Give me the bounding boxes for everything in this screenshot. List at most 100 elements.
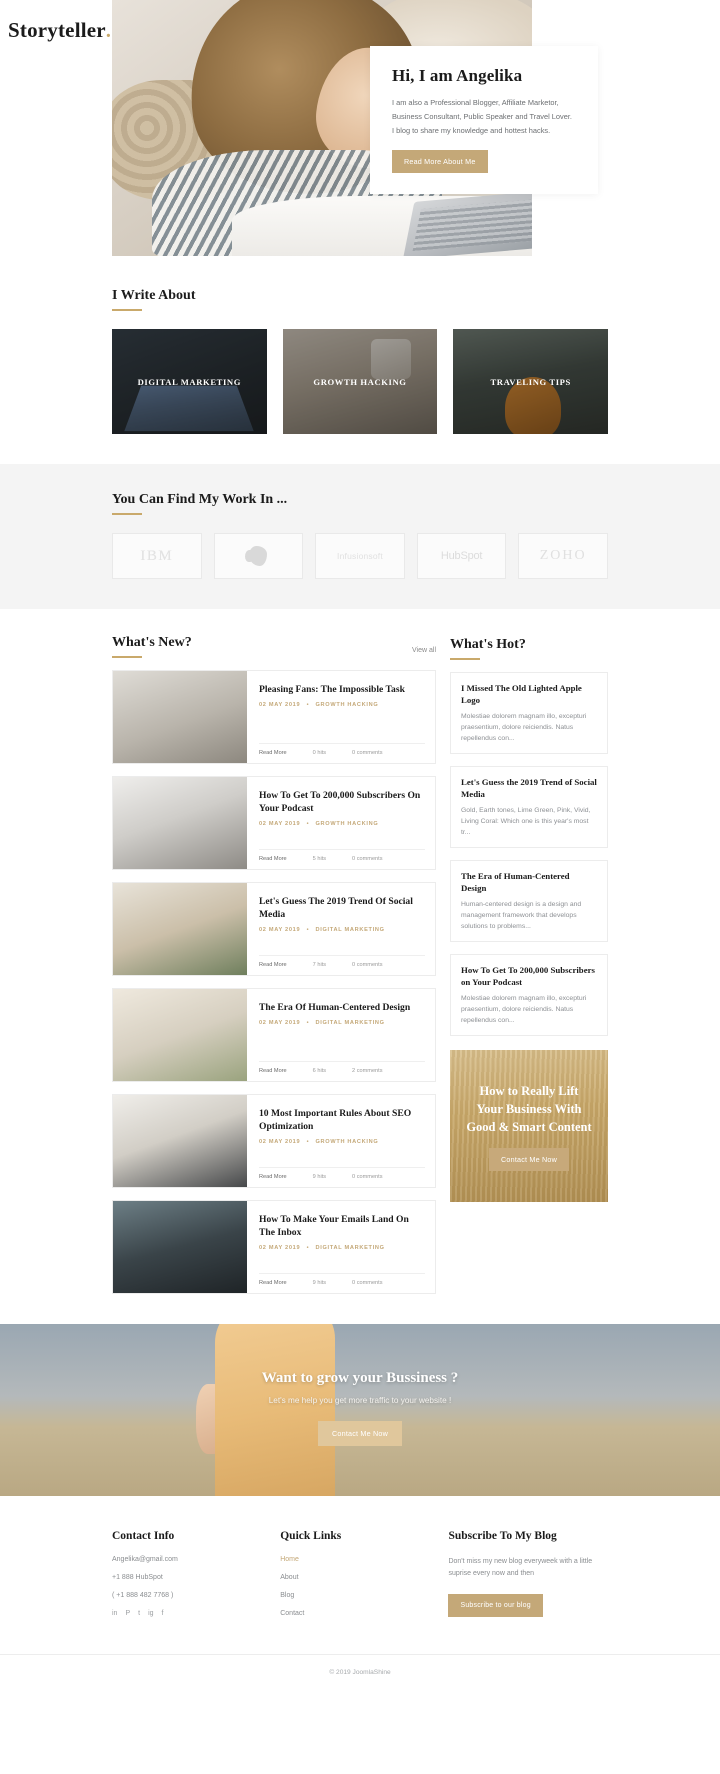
cta-contact-button[interactable]: Contact Me Now: [318, 1421, 402, 1446]
post-thumbnail: [113, 1095, 247, 1187]
pinterest-icon[interactable]: P: [125, 1610, 130, 1617]
partner-logo-zoho[interactable]: ZOHO: [518, 533, 608, 579]
promo-title: How to Really Lift Your Business With Go…: [466, 1083, 592, 1134]
post-hits: 9 hits: [312, 1280, 327, 1286]
meta-separator: •: [306, 1245, 310, 1251]
hot-item-excerpt: Human-centered design is a design and ma…: [461, 901, 582, 930]
footer-subscribe-column: Subscribe To My Blog Don't miss my new b…: [448, 1530, 608, 1628]
hot-list-item[interactable]: Let's Guess the 2019 Trend of Social Med…: [450, 766, 608, 848]
read-more-link[interactable]: Read More: [259, 1174, 287, 1180]
post-title: 10 Most Important Rules About SEO Optimi…: [259, 1108, 412, 1132]
post-list-item[interactable]: The Era Of Human-Centered Design 02 MAY …: [112, 988, 436, 1082]
site-logo-text: Storyteller: [8, 18, 106, 42]
post-footer: Read More 6 hits 2 comments: [259, 1061, 425, 1081]
post-comments: 0 comments: [352, 750, 383, 756]
post-thumbnail: [113, 671, 247, 763]
quick-link-contact[interactable]: Contact: [280, 1610, 430, 1617]
read-more-link[interactable]: Read More: [259, 1280, 287, 1286]
whats-new-header: What's New? View all: [112, 635, 436, 658]
post-list-item[interactable]: 10 Most Important Rules About SEO Optimi…: [112, 1094, 436, 1188]
hot-item-title: Let's Guess the 2019 Trend of Social Med…: [461, 777, 597, 799]
post-meta: 02 MAY 2019 • DIGITAL MARKETING: [259, 1245, 425, 1251]
cta-banner-section: Want to grow your Bussiness ? Let's me h…: [0, 1324, 720, 1496]
post-meta: 02 MAY 2019 • GROWTH HACKING: [259, 702, 425, 708]
meta-separator: •: [306, 702, 310, 708]
post-date: 02 MAY 2019: [259, 927, 301, 933]
read-more-about-me-button[interactable]: Read More About Me: [392, 150, 488, 173]
twitter-icon[interactable]: t: [138, 1610, 140, 1617]
subscribe-button[interactable]: Subscribe to our blog: [448, 1594, 543, 1617]
quick-link-blog[interactable]: Blog: [280, 1592, 430, 1599]
post-list-item[interactable]: Let's Guess The 2019 Trend Of Social Med…: [112, 882, 436, 976]
post-body: Pleasing Fans: The Impossible Task 02 MA…: [247, 671, 435, 763]
hot-item-excerpt: Molestiae dolorem magnam illo, excepturi…: [461, 713, 587, 742]
post-date: 02 MAY 2019: [259, 1020, 301, 1026]
cta-content: Want to grow your Bussiness ? Let's me h…: [0, 1324, 720, 1446]
read-more-link[interactable]: Read More: [259, 856, 287, 862]
whats-hot-column: What's Hot? I Missed The Old Lighted App…: [450, 635, 608, 1202]
post-title: How To Get To 200,000 Subscribers On You…: [259, 790, 421, 814]
category-label: DIGITAL MARKETING: [137, 376, 242, 387]
quick-link-about[interactable]: About: [280, 1574, 430, 1581]
site-logo[interactable]: Storyteller.: [8, 18, 111, 43]
hubspot-logo-icon: HubSpot: [440, 550, 483, 562]
whats-hot-heading: What's Hot?: [450, 637, 526, 660]
social-links: in P t ig f: [112, 1610, 262, 1617]
post-list-item[interactable]: Pleasing Fans: The Impossible Task 02 MA…: [112, 670, 436, 764]
post-title: Pleasing Fans: The Impossible Task: [259, 684, 405, 695]
post-category: GROWTH HACKING: [315, 821, 379, 827]
promo-contact-button[interactable]: Contact Me Now: [489, 1147, 569, 1171]
contact-email[interactable]: Angelika@gmail.com: [112, 1556, 262, 1563]
post-meta: 02 MAY 2019 • DIGITAL MARKETING: [259, 927, 425, 933]
post-hits: 9 hits: [312, 1174, 327, 1180]
post-footer: Read More 5 hits 0 comments: [259, 849, 425, 869]
instagram-icon[interactable]: ig: [148, 1610, 153, 1617]
hot-list-item[interactable]: The Era of Human-Centered Design Human-c…: [450, 860, 608, 942]
post-body: The Era Of Human-Centered Design 02 MAY …: [247, 989, 435, 1081]
post-body: How To Make Your Emails Land On The Inbo…: [247, 1201, 435, 1293]
hero-intro-card: Hi, I am Angelika I am also a Profession…: [370, 46, 598, 194]
post-list-item[interactable]: How To Make Your Emails Land On The Inbo…: [112, 1200, 436, 1294]
post-body: How To Get To 200,000 Subscribers On You…: [247, 777, 435, 869]
partner-logo-ibm[interactable]: IBM: [112, 533, 202, 579]
read-more-link[interactable]: Read More: [259, 962, 287, 968]
category-card-traveling-tips[interactable]: TRAVELING TIPS: [453, 329, 609, 434]
copyright-bar: © 2019 JoomlaShine: [0, 1654, 720, 1692]
category-card-row: DIGITAL MARKETING GROWTH HACKING TRAVELI…: [112, 329, 609, 434]
hot-list-item[interactable]: How To Get To 200,000 Subscribers on You…: [450, 954, 608, 1036]
infusionsoft-logo-icon: Infusionsoft: [337, 551, 383, 561]
category-card-growth-hacking[interactable]: GROWTH HACKING: [282, 329, 438, 434]
quick-link-home[interactable]: Home: [280, 1556, 430, 1563]
read-more-link[interactable]: Read More: [259, 750, 287, 756]
hot-list-item[interactable]: I Missed The Old Lighted Apple Logo Mole…: [450, 672, 608, 754]
post-body: Let's Guess The 2019 Trend Of Social Med…: [247, 883, 435, 975]
post-thumbnail: [113, 989, 247, 1081]
quick-links-heading: Quick Links: [280, 1530, 342, 1542]
post-date: 02 MAY 2019: [259, 1245, 301, 1251]
post-meta: 02 MAY 2019 • DIGITAL MARKETING: [259, 1020, 425, 1026]
post-category: GROWTH HACKING: [315, 1139, 379, 1145]
facebook-icon[interactable]: f: [162, 1610, 164, 1617]
view-all-link[interactable]: View all: [412, 647, 436, 658]
partner-logo-infusionsoft[interactable]: Infusionsoft: [315, 533, 405, 579]
partner-logo-evernote[interactable]: [213, 533, 304, 579]
post-meta: 02 MAY 2019 • GROWTH HACKING: [259, 1139, 425, 1145]
post-thumbnail: [113, 777, 247, 869]
read-more-link[interactable]: Read More: [259, 1068, 287, 1074]
post-category: DIGITAL MARKETING: [315, 927, 385, 933]
category-card-digital-marketing[interactable]: DIGITAL MARKETING: [112, 329, 267, 434]
hero-image-laptop: [402, 190, 532, 256]
category-label: TRAVELING TIPS: [490, 376, 571, 387]
page-root: Storyteller. Hi, I am Angelika I am also…: [0, 0, 720, 1692]
promo-banner[interactable]: How to Really Lift Your Business With Go…: [450, 1050, 608, 1202]
post-category: DIGITAL MARKETING: [315, 1020, 385, 1026]
subscribe-heading: Subscribe To My Blog: [448, 1530, 557, 1542]
partner-logo-hubspot[interactable]: HubSpot: [416, 533, 507, 579]
hot-item-title: The Era of Human-Centered Design: [461, 871, 570, 893]
linkedin-icon[interactable]: in: [112, 1610, 117, 1617]
post-date: 02 MAY 2019: [259, 702, 301, 708]
category-label: GROWTH HACKING: [313, 376, 407, 387]
post-list-item[interactable]: How To Get To 200,000 Subscribers On You…: [112, 776, 436, 870]
post-footer: Read More 7 hits 0 comments: [259, 955, 425, 975]
post-comments: 2 comments: [352, 1068, 383, 1074]
